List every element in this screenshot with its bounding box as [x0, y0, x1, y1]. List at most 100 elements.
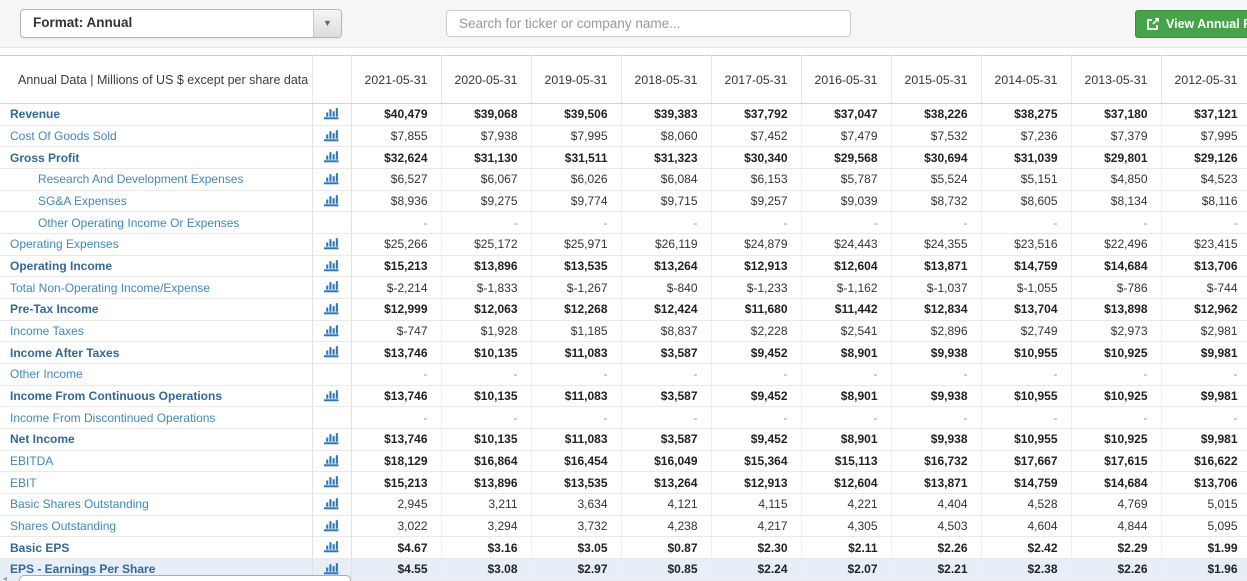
- bar-chart-icon[interactable]: [323, 474, 340, 488]
- value-cell: $2.26: [1071, 558, 1162, 581]
- row-label-link[interactable]: Operating Expenses: [10, 237, 119, 251]
- value-cell: -: [1161, 211, 1247, 235]
- value-cell: $0.85: [621, 558, 712, 581]
- value-cell: $8,901: [801, 428, 892, 451]
- value-cell: 4,238: [621, 515, 712, 538]
- bar-chart-icon[interactable]: [323, 539, 340, 553]
- row-label-link[interactable]: Income Taxes: [10, 324, 84, 338]
- bar-chart-icon[interactable]: [323, 258, 340, 272]
- row-label-link[interactable]: Operating Income: [10, 259, 112, 273]
- bar-chart-icon[interactable]: [323, 236, 340, 250]
- value-cell: $2.11: [801, 536, 892, 560]
- bar-chart-icon[interactable]: [323, 128, 340, 142]
- column-header-date: 2020-05-31: [441, 55, 532, 104]
- value-cell: $8,116: [1161, 190, 1247, 213]
- row-label-link[interactable]: Gross Profit: [10, 151, 79, 165]
- format-dropdown[interactable]: Format: Annual ▼: [20, 9, 342, 38]
- row-label-link[interactable]: EBITDA: [10, 454, 53, 468]
- toolbar: Format: Annual ▼ View Annual Rep: [0, 0, 1247, 48]
- value-cell: $31,130: [441, 146, 532, 170]
- table-row: EBIT $15,213 $13,896 $13,535 $13,264 $12,913 $…: [0, 471, 1247, 495]
- row-label-link[interactable]: Basic Shares Outstanding: [10, 497, 149, 511]
- value-cell: 4,115: [711, 493, 802, 516]
- view-annual-reports-button[interactable]: View Annual Rep: [1135, 10, 1247, 38]
- bar-chart-icon[interactable]: [323, 388, 340, 402]
- row-label-link[interactable]: Basic EPS: [10, 541, 69, 555]
- dropdown-arrow-button[interactable]: ▼: [313, 10, 341, 37]
- bar-chart-icon[interactable]: [323, 496, 340, 510]
- row-label-link[interactable]: Other Income: [10, 367, 83, 381]
- value-cell: $7,855: [351, 125, 442, 148]
- value-cell: $37,121: [1161, 103, 1247, 126]
- value-cell: $10,955: [981, 428, 1072, 451]
- value-cell: -: [621, 211, 712, 235]
- bar-chart-icon[interactable]: [323, 171, 340, 185]
- chart-icon-cell: [312, 233, 352, 256]
- value-cell: $2,896: [891, 320, 982, 343]
- value-cell: $11,680: [711, 298, 802, 321]
- row-label-link[interactable]: Total Non-Operating Income/Expense: [10, 281, 210, 295]
- row-label-link[interactable]: EBIT: [10, 476, 37, 490]
- bar-chart-icon[interactable]: [323, 279, 340, 293]
- value-cell: $12,424: [621, 298, 712, 321]
- value-cell: $22,496: [1071, 233, 1162, 256]
- bar-chart-icon[interactable]: [323, 301, 340, 315]
- value-cell: $15,213: [351, 255, 442, 278]
- value-cell: $25,266: [351, 233, 442, 256]
- value-cell: $8,134: [1071, 190, 1162, 213]
- value-cell: -: [1071, 406, 1162, 430]
- value-cell: -: [801, 363, 892, 386]
- table-row: Total Non-Operating Income/Expense $-2,21…: [0, 276, 1247, 300]
- value-cell: -: [711, 406, 802, 430]
- value-cell: $10,955: [981, 385, 1072, 408]
- bar-chart-icon[interactable]: [323, 431, 340, 445]
- value-cell: 4,217: [711, 515, 802, 538]
- value-cell: $1.96: [1161, 558, 1247, 581]
- value-cell: $13,896: [441, 255, 532, 278]
- row-label-link[interactable]: Cost Of Goods Sold: [10, 129, 117, 143]
- search-input[interactable]: [446, 10, 851, 37]
- row-label-link[interactable]: Income After Taxes: [10, 346, 119, 360]
- bar-chart-icon[interactable]: [323, 106, 340, 120]
- row-label-link[interactable]: Shares Outstanding: [10, 519, 116, 533]
- row-label-link[interactable]: Net Income: [10, 432, 75, 446]
- value-cell: -: [1071, 363, 1162, 386]
- bar-chart-icon[interactable]: [323, 453, 340, 467]
- bar-chart-icon[interactable]: [323, 518, 340, 532]
- table-header-row: Annual Data | Millions of US $ except pe…: [0, 55, 1247, 104]
- value-cell: $38,226: [891, 103, 982, 126]
- value-cell: 4,221: [801, 493, 892, 516]
- chevron-down-icon: ▼: [323, 18, 332, 28]
- bar-chart-icon[interactable]: [323, 561, 340, 575]
- column-header-date: 2016-05-31: [801, 55, 892, 104]
- value-cell: $26,119: [621, 233, 712, 256]
- value-cell: 3,634: [531, 493, 622, 516]
- chart-icon-cell: [312, 320, 352, 343]
- chart-icon-cell: [312, 385, 352, 408]
- value-cell: -: [711, 211, 802, 235]
- chart-icon-cell: [312, 276, 352, 300]
- value-cell: $37,180: [1071, 103, 1162, 126]
- row-label-link[interactable]: Research And Development Expenses: [38, 172, 243, 186]
- value-cell: $13,535: [531, 471, 622, 495]
- row-label-link[interactable]: Other Operating Income Or Expenses: [38, 216, 239, 230]
- row-label-link[interactable]: Pre-Tax Income: [10, 302, 98, 316]
- row-label-link[interactable]: Income From Discontinued Operations: [10, 411, 215, 425]
- row-label-link[interactable]: Revenue: [10, 107, 60, 121]
- value-cell: $-786: [1071, 276, 1162, 300]
- value-cell: -: [351, 363, 442, 386]
- row-label-link[interactable]: Income From Continuous Operations: [10, 389, 222, 403]
- bar-chart-icon[interactable]: [323, 344, 340, 358]
- value-cell: $3.08: [441, 558, 532, 581]
- value-cell: -: [1071, 211, 1162, 235]
- bar-chart-icon[interactable]: [323, 193, 340, 207]
- value-cell: -: [351, 211, 442, 235]
- bar-chart-icon[interactable]: [323, 323, 340, 337]
- value-cell: 5,095: [1161, 515, 1247, 538]
- value-cell: $8,732: [891, 190, 982, 213]
- value-cell: -: [351, 406, 442, 430]
- value-cell: $9,452: [711, 385, 802, 408]
- bar-chart-icon[interactable]: [323, 149, 340, 163]
- row-label-link[interactable]: SG&A Expenses: [38, 194, 127, 208]
- value-cell: $10,925: [1071, 341, 1162, 365]
